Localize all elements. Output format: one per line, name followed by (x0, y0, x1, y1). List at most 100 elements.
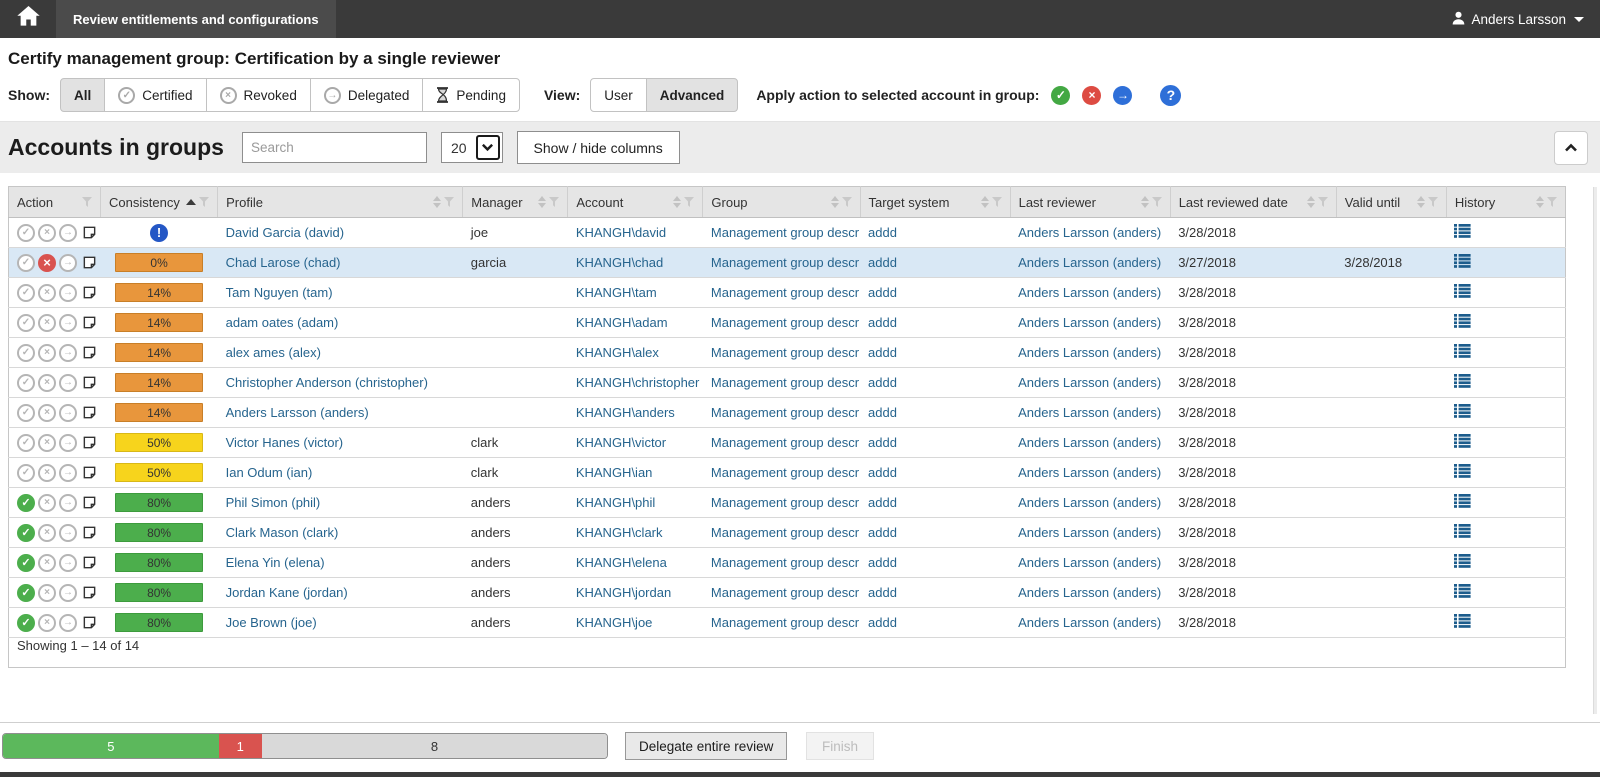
group-value[interactable]: Management group descr (711, 465, 859, 480)
reviewer-value[interactable]: Anders Larsson (anders) (1018, 345, 1161, 360)
reviewer-value[interactable]: Anders Larsson (anders) (1018, 615, 1161, 630)
revoke-icon[interactable]: × (38, 584, 56, 602)
account-value[interactable]: KHANGH\anders (576, 405, 675, 420)
account-value[interactable]: KHANGH\clark (576, 525, 663, 540)
table-row[interactable]: ✓×→50%Victor Hanes (victor)clarkKHANGH\v… (9, 428, 1566, 458)
filter-certified-button[interactable]: ✓ Certified (104, 78, 206, 112)
sort-icon[interactable] (831, 196, 839, 208)
profile-value[interactable]: Clark Mason (clark) (226, 525, 339, 540)
delegate-icon[interactable]: → (59, 584, 77, 602)
filter-funnel-icon[interactable] (549, 197, 559, 208)
column-header-account[interactable]: Account (568, 187, 703, 218)
history-icon[interactable] (1454, 584, 1471, 598)
certify-icon[interactable]: ✓ (17, 404, 35, 422)
history-icon[interactable] (1454, 374, 1471, 388)
group-value[interactable]: Management group descr (711, 255, 859, 270)
tab-review-entitlements[interactable]: Review entitlements and configurations (56, 0, 336, 38)
target-value[interactable]: addd (868, 585, 897, 600)
revoke-icon[interactable]: × (38, 284, 56, 302)
filter-revoked-button[interactable]: × Revoked (206, 78, 311, 112)
note-icon[interactable] (82, 585, 97, 600)
certify-icon[interactable]: ✓ (17, 464, 35, 482)
history-icon[interactable] (1454, 404, 1471, 418)
target-value[interactable]: addd (868, 345, 897, 360)
reviewer-value[interactable]: Anders Larsson (anders) (1018, 525, 1161, 540)
column-header-history[interactable]: History (1446, 187, 1565, 218)
account-value[interactable]: KHANGH\elena (576, 555, 667, 570)
revoke-icon[interactable]: × (38, 464, 56, 482)
profile-value[interactable]: Elena Yin (elena) (226, 555, 325, 570)
apply-certify-button[interactable]: ✓ (1051, 86, 1070, 105)
filter-funnel-icon[interactable] (992, 197, 1002, 208)
delegate-icon[interactable]: → (59, 254, 77, 272)
account-value[interactable]: KHANGH\phil (576, 495, 655, 510)
target-value[interactable]: addd (868, 405, 897, 420)
certify-icon[interactable]: ✓ (17, 254, 35, 272)
finish-button[interactable]: Finish (806, 732, 874, 760)
delegate-icon[interactable]: → (59, 374, 77, 392)
table-row[interactable]: ✓×→14%Anders Larsson (anders)KHANGH\ande… (9, 398, 1566, 428)
target-value[interactable]: addd (868, 495, 897, 510)
revoke-icon[interactable]: × (38, 254, 56, 272)
profile-value[interactable]: Jordan Kane (jordan) (226, 585, 348, 600)
table-row[interactable]: ✓×→!David Garcia (david)joeKHANGH\davidM… (9, 218, 1566, 248)
account-value[interactable]: KHANGH\chad (576, 255, 663, 270)
history-icon[interactable] (1454, 344, 1471, 358)
certify-icon[interactable]: ✓ (17, 224, 35, 242)
sort-icon[interactable] (1141, 196, 1149, 208)
filter-funnel-icon[interactable] (842, 197, 852, 208)
note-icon[interactable] (82, 225, 97, 240)
reviewer-value[interactable]: Anders Larsson (anders) (1018, 465, 1161, 480)
certify-icon[interactable]: ✓ (17, 494, 35, 512)
sort-icon[interactable] (1417, 196, 1425, 208)
page-size-select[interactable]: 20 (441, 132, 503, 163)
profile-value[interactable]: Joe Brown (joe) (226, 615, 317, 630)
profile-value[interactable]: Anders Larsson (anders) (226, 405, 369, 420)
history-icon[interactable] (1454, 284, 1471, 298)
filter-funnel-icon[interactable] (684, 197, 694, 208)
table-row[interactable]: ✓×→0%Chad Larose (chad)garciaKHANGH\chad… (9, 248, 1566, 278)
note-icon[interactable] (82, 525, 97, 540)
note-icon[interactable] (82, 255, 97, 270)
filter-pending-button[interactable]: Pending (422, 78, 520, 112)
filter-funnel-icon[interactable] (1547, 197, 1557, 208)
history-icon[interactable] (1454, 434, 1471, 448)
delegate-icon[interactable]: → (59, 344, 77, 362)
home-button[interactable] (0, 0, 56, 38)
filter-funnel-icon[interactable] (82, 197, 92, 208)
delegate-icon[interactable]: → (59, 434, 77, 452)
table-row[interactable]: ✓×→14%adam oates (adam)KHANGH\adamManage… (9, 308, 1566, 338)
group-value[interactable]: Management group descr (711, 345, 859, 360)
revoke-icon[interactable]: × (38, 344, 56, 362)
target-value[interactable]: addd (868, 465, 897, 480)
profile-value[interactable]: adam oates (adam) (226, 315, 339, 330)
sort-icon[interactable] (433, 196, 441, 208)
account-value[interactable]: KHANGH\christopher (576, 375, 700, 390)
certify-icon[interactable]: ✓ (17, 524, 35, 542)
profile-value[interactable]: Tam Nguyen (tam) (226, 285, 333, 300)
column-header-reviewer[interactable]: Last reviewer (1010, 187, 1170, 218)
consistency-alert-icon[interactable]: ! (150, 224, 168, 242)
group-value[interactable]: Management group descr (711, 405, 859, 420)
revoke-icon[interactable]: × (38, 524, 56, 542)
scrollbar-track[interactable] (1593, 187, 1597, 714)
table-row[interactable]: ✓×→80%Joe Brown (joe)andersKHANGH\joeMan… (9, 608, 1566, 638)
sort-icon[interactable] (1536, 196, 1544, 208)
delegate-icon[interactable]: → (59, 284, 77, 302)
filter-delegated-button[interactable]: → Delegated (310, 78, 424, 112)
certify-icon[interactable]: ✓ (17, 344, 35, 362)
filter-funnel-icon[interactable] (1318, 197, 1328, 208)
reviewer-value[interactable]: Anders Larsson (anders) (1018, 585, 1161, 600)
history-icon[interactable] (1454, 314, 1471, 328)
target-value[interactable]: addd (868, 555, 897, 570)
group-value[interactable]: Management group descr (711, 225, 859, 240)
revoke-icon[interactable]: × (38, 374, 56, 392)
revoke-icon[interactable]: × (38, 614, 56, 632)
delegate-icon[interactable]: → (59, 614, 77, 632)
delegate-icon[interactable]: → (59, 314, 77, 332)
apply-delegate-button[interactable]: → (1113, 86, 1132, 105)
target-value[interactable]: addd (868, 315, 897, 330)
delegate-entire-review-button[interactable]: Delegate entire review (625, 732, 787, 760)
account-value[interactable]: KHANGH\tam (576, 285, 657, 300)
profile-value[interactable]: Christopher Anderson (christopher) (226, 375, 428, 390)
